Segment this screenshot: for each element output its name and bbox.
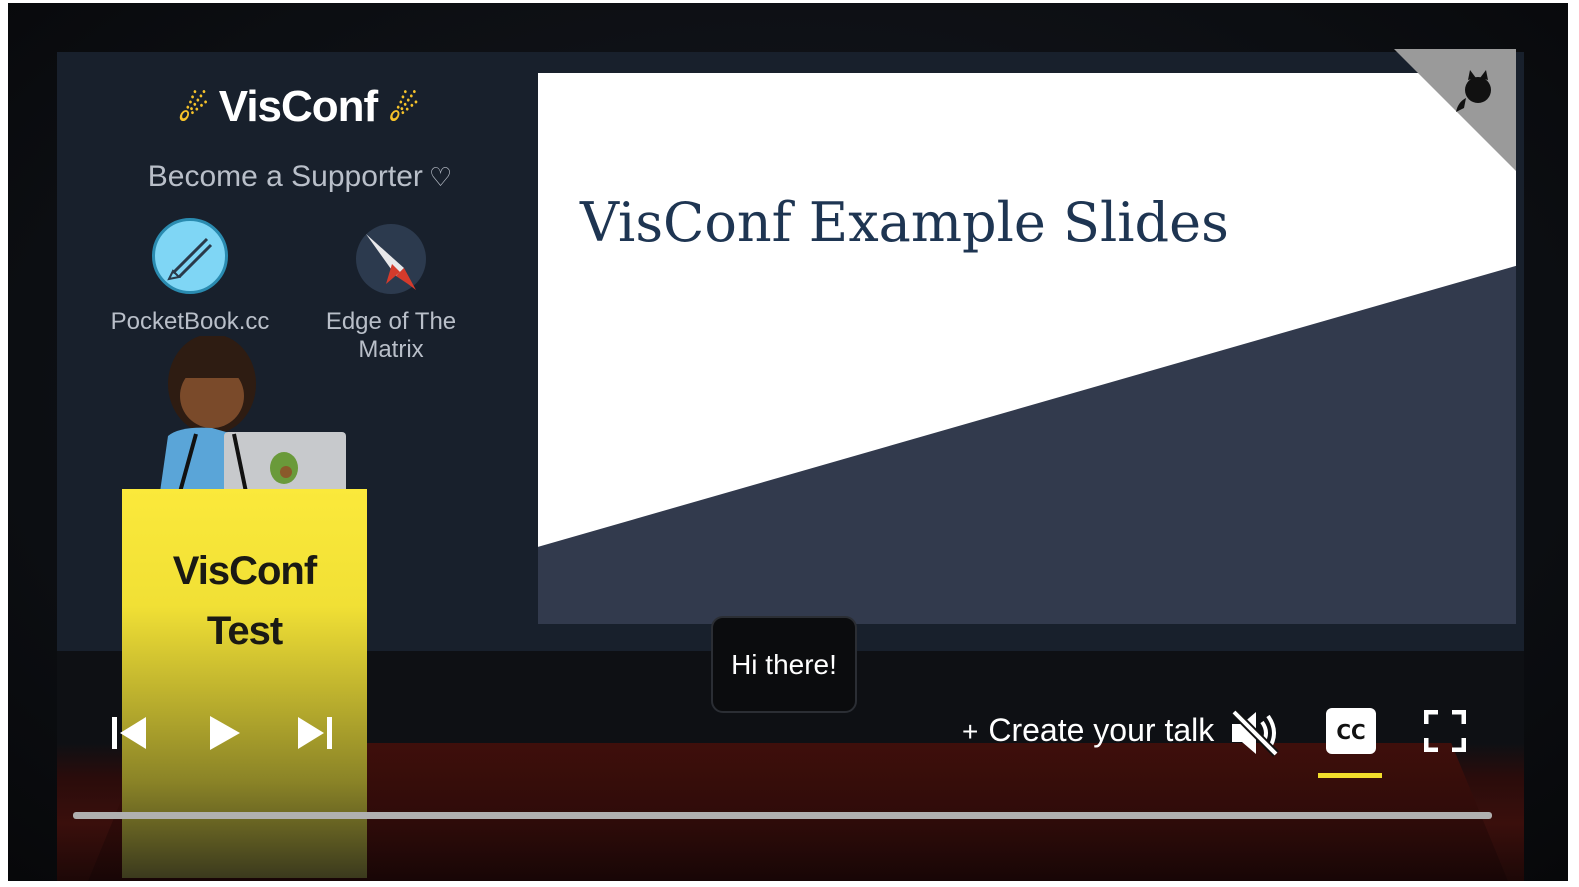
skip-next-icon xyxy=(298,717,332,749)
slide-background-shape xyxy=(538,73,1516,547)
previous-button[interactable] xyxy=(110,713,148,758)
create-talk-button[interactable]: + Create your talk xyxy=(962,712,1214,749)
next-button[interactable] xyxy=(296,713,334,758)
heart-icon: ♡ xyxy=(428,162,453,192)
brand-title-text: VisConf xyxy=(218,82,378,131)
captions-active-indicator xyxy=(1318,773,1382,778)
rocket-icon xyxy=(356,224,426,294)
podium: VisConf Test xyxy=(122,489,367,878)
slide-title: VisConf Example Slides xyxy=(580,191,1229,254)
skip-previous-icon xyxy=(112,717,146,749)
shooting-star-icon: ☄ xyxy=(388,90,419,129)
presenter-avatar xyxy=(150,334,350,496)
sponsor-pocketbook[interactable]: PocketBook.cc xyxy=(100,218,280,336)
plus-icon: + xyxy=(962,716,979,747)
sponsor-name: PocketBook.cc xyxy=(110,308,270,335)
speech-bubble: Hi there! xyxy=(711,616,857,713)
mute-button[interactable] xyxy=(1228,706,1282,765)
shooting-star-icon: ☄ xyxy=(178,90,209,129)
speech-bubble-text: Hi there! xyxy=(731,648,837,680)
podium-line-2: Test xyxy=(206,609,283,653)
brand-title: ☄ VisConf ☄ xyxy=(168,82,428,132)
progress-bar[interactable] xyxy=(73,812,1492,819)
play-button[interactable] xyxy=(206,713,242,758)
pencil-icon xyxy=(152,218,228,294)
closed-captions-icon: CC xyxy=(1326,708,1376,754)
become-supporter-link[interactable]: Become a Supporter ♡ xyxy=(140,160,460,194)
create-talk-label: Create your talk xyxy=(988,712,1215,748)
fullscreen-icon xyxy=(1423,709,1467,753)
github-icon xyxy=(1452,68,1500,116)
podium-label: VisConf Test xyxy=(122,541,367,661)
podium-line-1: VisConf xyxy=(172,549,317,593)
closed-captions-button[interactable]: CC xyxy=(1326,708,1376,759)
fullscreen-button[interactable] xyxy=(1423,709,1467,757)
play-icon xyxy=(210,716,240,750)
volume-muted-icon xyxy=(1231,709,1279,757)
supporter-label: Become a Supporter xyxy=(147,160,423,193)
slide-viewport: VisConf Example Slides xyxy=(538,73,1516,624)
svg-text:CC: CC xyxy=(1336,720,1365,744)
